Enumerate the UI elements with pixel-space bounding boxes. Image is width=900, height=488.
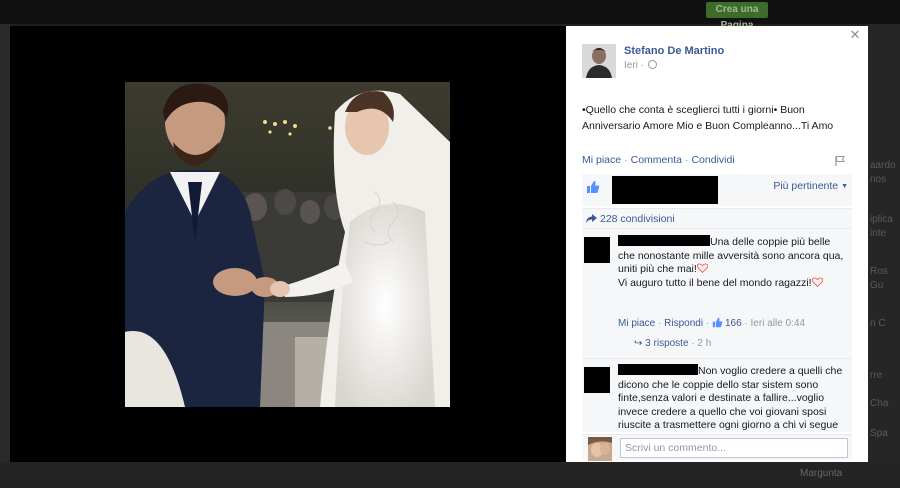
wedding-photo-image (125, 82, 450, 407)
background-text: Cha (870, 398, 889, 409)
share-link[interactable]: Condividi (691, 154, 734, 166)
shares-row[interactable]: 228 condivisioni (582, 208, 852, 228)
replies-count[interactable]: 3 risposte (645, 338, 688, 349)
post-panel: ✕ Stefano De Martino Ieri · •Quello che … (566, 26, 868, 462)
background-right-column: aardo nos iplica inte Ros Gu n C rre Cha… (868, 24, 900, 488)
close-icon[interactable]: ✕ (848, 28, 862, 42)
globe-icon (648, 60, 658, 69)
comment-input[interactable] (620, 438, 848, 458)
background-text: Gu (870, 280, 884, 291)
reply-arrow-icon: ↪ (634, 338, 643, 349)
comment-avatar[interactable] (584, 367, 610, 393)
comment-meta: Mi piace · Rispondi · 166 · Ieri alle 0:… (618, 317, 806, 329)
background-bottom-bar (0, 462, 900, 488)
redacted-commenter-name[interactable] (618, 235, 710, 246)
view-replies-link[interactable]: ↪ 3 risposte · 2 h (634, 338, 711, 349)
sort-label[interactable]: Più pertinente (773, 180, 838, 192)
current-user-avatar-image (588, 437, 612, 461)
comment-body: Non voglio credere a quelli che dicono c… (618, 364, 848, 432)
author-name[interactable]: Stefano De Martino (624, 45, 724, 57)
comment-like-count[interactable]: 166 (725, 318, 742, 329)
caret-down-icon: ▼ (841, 183, 848, 190)
separator: · (624, 154, 628, 166)
thumbs-up-icon (587, 181, 600, 193)
redacted-likers (612, 176, 718, 204)
background-left-column (0, 24, 10, 488)
comment-reply-link[interactable]: Rispondi (664, 318, 703, 329)
background-text: iplica (870, 214, 893, 225)
like-link[interactable]: Mi piace (582, 154, 621, 166)
comment-avatar[interactable] (584, 237, 610, 263)
share-icon (586, 214, 597, 223)
likes-box: Più pertinente ▼ (582, 174, 852, 206)
background-text: rre (870, 370, 883, 381)
comment-item: Una delle coppie più belle che nonostant… (582, 228, 852, 334)
post-timestamp[interactable]: Ieri · (624, 60, 658, 71)
comment-like-link[interactable]: Mi piace (618, 318, 655, 329)
post-actions: Mi piace · Commenta · Condividi (582, 154, 735, 166)
heart-icon (696, 263, 708, 273)
redacted-commenter-name[interactable] (618, 364, 698, 375)
comments-list: Una delle coppie più belle che nonostant… (582, 228, 852, 432)
comment-body: Una delle coppie più belle che nonostant… (618, 235, 848, 290)
separator: · (684, 154, 689, 166)
post-text: •Quello che conta è sceglierci tutti i g… (582, 104, 834, 132)
sort-comments-dropdown[interactable]: Più pertinente ▼ (773, 180, 848, 192)
shares-count[interactable]: 228 condivisioni (600, 213, 675, 225)
wedding-photo[interactable] (125, 82, 450, 407)
background-text: inte (870, 228, 887, 239)
comment-link[interactable]: Commenta (631, 154, 682, 166)
flag-icon[interactable] (834, 155, 846, 167)
comment-item: Non voglio credere a quelli che dicono c… (582, 358, 852, 432)
background-text: n C (870, 318, 886, 329)
author-avatar[interactable] (582, 44, 616, 78)
comment-text-line2: Vi auguro tutto il bene del mondo ragazz… (618, 276, 812, 289)
background-text: Spa (870, 428, 888, 439)
create-page-button: Crea una Pagina (706, 2, 768, 31)
replies-time: 2 h (697, 338, 712, 349)
background-text: aardo (870, 160, 896, 171)
write-comment-row (582, 434, 852, 461)
background-bottom-item: Margunta (800, 468, 843, 479)
heart-icon (811, 276, 823, 287)
background-text: Ros (870, 266, 888, 277)
comment-time[interactable]: Ieri alle 0:44 (751, 318, 805, 329)
thumbs-up-icon (712, 317, 723, 328)
current-user-avatar (588, 437, 612, 461)
author-avatar-image (582, 44, 616, 78)
comment-text: Non voglio credere a quelli che dicono c… (618, 365, 843, 431)
background-text: nos (870, 174, 887, 185)
post-time-text[interactable]: Ieri (624, 60, 638, 71)
